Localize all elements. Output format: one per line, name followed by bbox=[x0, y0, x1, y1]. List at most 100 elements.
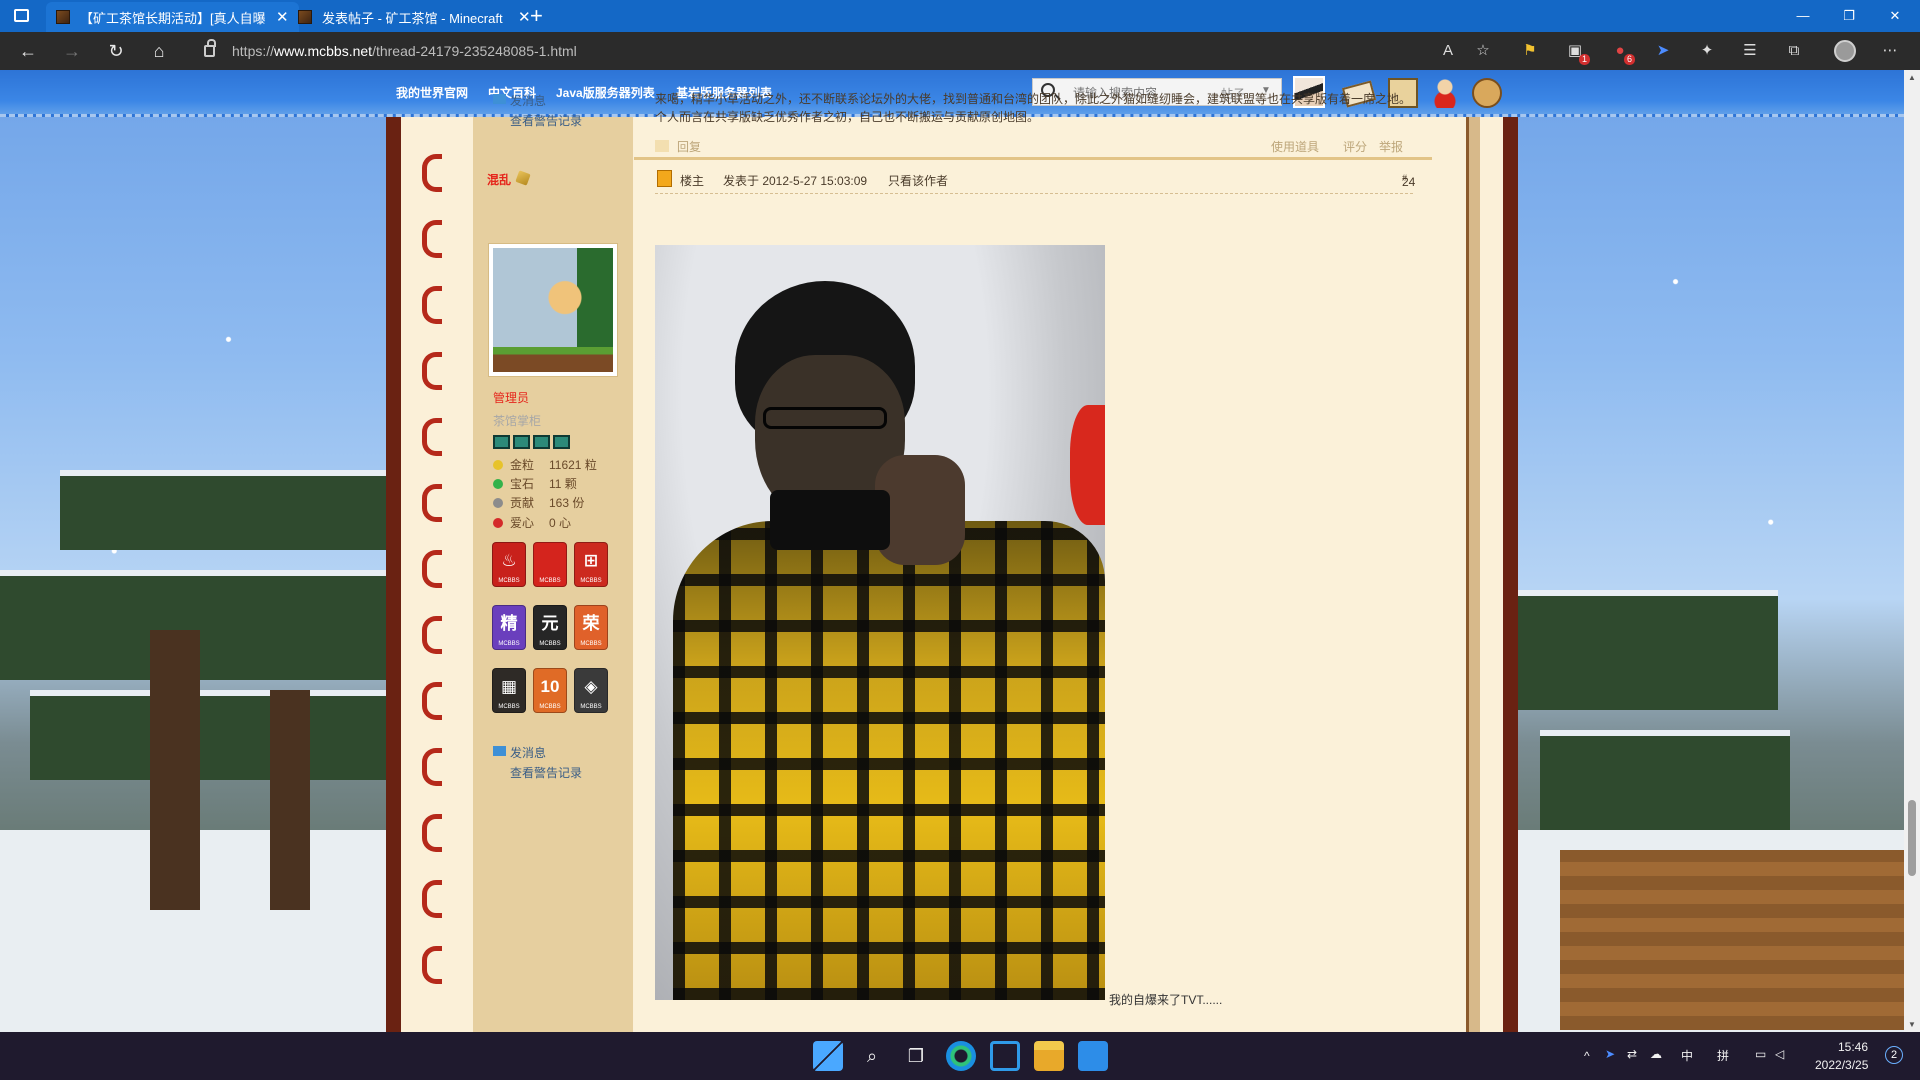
author-avatar[interactable] bbox=[489, 244, 617, 376]
tray-app-icon[interactable]: ➤ bbox=[1605, 1047, 1615, 1061]
tab-inactive[interactable]: 发表帖子 - 矿工茶馆 - Minecraft ✕ bbox=[288, 2, 541, 32]
close-tab-icon[interactable]: ✕ bbox=[518, 8, 531, 26]
nav-link-official[interactable]: 我的世界官网 bbox=[396, 84, 468, 101]
extension-counter-icon[interactable]: ▣ 1 bbox=[1565, 41, 1590, 65]
apple-heart-icon bbox=[493, 518, 503, 528]
page-scrollbar[interactable]: ▲ ▼ bbox=[1904, 70, 1920, 1032]
lock-icon[interactable] bbox=[204, 39, 216, 57]
url-host: www.mcbbs.net bbox=[274, 43, 373, 59]
tree-trunk bbox=[150, 630, 200, 910]
extension-arrow-icon[interactable]: ➤ bbox=[1653, 41, 1673, 61]
chain-link bbox=[422, 286, 442, 324]
forward-button[interactable]: → bbox=[58, 38, 86, 64]
profile-avatar-icon[interactable] bbox=[1834, 40, 1856, 62]
home-button[interactable]: ⌂ bbox=[145, 38, 173, 64]
stat-contribution: 贡献 163 份 bbox=[493, 494, 584, 511]
stat-key: 爱心 bbox=[510, 516, 535, 530]
chain-link bbox=[422, 484, 442, 522]
medal-badge-icon[interactable]: 荣 MCBBS bbox=[574, 605, 608, 650]
refresh-button[interactable]: ↻ bbox=[102, 38, 130, 64]
file-explorer-icon[interactable] bbox=[1034, 1041, 1064, 1071]
medal-badge-icon[interactable]: ◈ MCBBS bbox=[574, 668, 608, 713]
medal-label: MCBBS bbox=[580, 578, 602, 584]
report-link[interactable]: 举报 bbox=[1379, 138, 1403, 155]
favorites-icon[interactable]: ☰ bbox=[1740, 41, 1760, 61]
contribution-icon bbox=[493, 498, 503, 508]
author-username[interactable]: 混乱 bbox=[487, 171, 511, 188]
ime-pinyin-indicator[interactable]: 拼 bbox=[1717, 1047, 1729, 1064]
tab-actions-icon[interactable] bbox=[14, 9, 29, 22]
settings-more-icon[interactable]: ⋯ bbox=[1880, 41, 1900, 61]
view-warnings-link[interactable]: 查看警告记录 bbox=[510, 112, 582, 129]
chain-link bbox=[422, 154, 442, 192]
app-window-icon[interactable] bbox=[990, 1041, 1020, 1071]
medal-badge-icon[interactable]: ♨ MCBBS bbox=[492, 542, 526, 587]
onedrive-cloud-icon[interactable]: ☁ bbox=[1650, 1047, 1662, 1061]
view-warnings-link[interactable]: 查看警告记录 bbox=[510, 764, 582, 781]
close-tab-icon[interactable]: ✕ bbox=[276, 8, 289, 26]
search-icon[interactable]: ⌕ bbox=[860, 1044, 884, 1068]
send-message-link[interactable]: 发消息 bbox=[510, 92, 546, 109]
post-header: 楼主 发表于 2012-5-27 15:03:09 只看该作者 24 # bbox=[655, 170, 1415, 194]
cookie-icon[interactable] bbox=[1472, 78, 1502, 108]
photo-red-object bbox=[1070, 405, 1105, 525]
tab-active[interactable]: 【矿工茶馆长期活动】[真人自曝 ✕ bbox=[46, 2, 299, 32]
rank-star-icon bbox=[533, 435, 550, 449]
photo-plaid-shirt bbox=[673, 521, 1105, 1000]
ime-mode-indicator[interactable]: 中 bbox=[1681, 1047, 1693, 1064]
add-favorite-icon[interactable]: ☆ bbox=[1473, 41, 1493, 61]
minimize-button[interactable]: — bbox=[1780, 0, 1826, 32]
post-photo[interactable] bbox=[655, 245, 1105, 1000]
send-message-link[interactable]: 发消息 bbox=[510, 744, 546, 761]
volume-icon[interactable]: ◁ bbox=[1775, 1047, 1784, 1061]
tray-chevron-icon[interactable]: ^ bbox=[1584, 1049, 1590, 1063]
medal-glyph: 10 bbox=[540, 677, 560, 696]
restore-button[interactable]: ❐ bbox=[1826, 0, 1872, 32]
reply-link[interactable]: 回复 bbox=[677, 138, 701, 155]
author-role[interactable]: 管理员 bbox=[493, 389, 529, 406]
notification-count[interactable]: 2 bbox=[1885, 1046, 1903, 1064]
pine-tree-layer bbox=[60, 470, 390, 550]
tab-title: 发表帖子 - 矿工茶馆 - Minecraft bbox=[322, 10, 503, 26]
medal-glyph: ▦ bbox=[500, 677, 518, 696]
medal-badge-icon[interactable]: ▦ MCBBS bbox=[492, 668, 526, 713]
clock-date[interactable]: 2022/3/25 bbox=[1815, 1058, 1868, 1072]
medal-badge-icon[interactable]: 元 MCBBS bbox=[533, 605, 567, 650]
address-input[interactable]: https://www.mcbbs.net/thread-24179-23524… bbox=[188, 36, 1478, 66]
back-button[interactable]: ← bbox=[14, 38, 42, 64]
edge-browser-icon[interactable] bbox=[946, 1041, 976, 1071]
scrollbar-thumb[interactable] bbox=[1908, 800, 1916, 876]
new-tab-button[interactable]: + bbox=[530, 4, 543, 28]
rate-link[interactable]: 评分 bbox=[1343, 138, 1367, 155]
floor-number[interactable]: 24 # bbox=[1402, 173, 1415, 189]
nav-link-java-servers[interactable]: Java版服务器列表 bbox=[556, 84, 655, 101]
chain-link bbox=[422, 352, 442, 390]
scroll-down-icon[interactable]: ▼ bbox=[1908, 1020, 1916, 1029]
medal-badge-icon[interactable]: 10 MCBBS bbox=[533, 668, 567, 713]
stat-gem: 宝石 11 颗 bbox=[493, 475, 577, 492]
rank-stars bbox=[493, 435, 583, 449]
chain-link bbox=[422, 616, 442, 654]
medal-label: MCBBS bbox=[539, 578, 561, 584]
medal-label: MCBBS bbox=[539, 704, 561, 710]
medal-badge-icon[interactable]: 精 MCBBS bbox=[492, 605, 526, 650]
extension-icon[interactable]: ⚑ bbox=[1520, 41, 1540, 61]
clock-time[interactable]: 15:46 bbox=[1838, 1040, 1868, 1054]
tray-usb-icon[interactable]: ⇄ bbox=[1627, 1047, 1637, 1061]
read-aloud-icon[interactable]: A bbox=[1438, 41, 1458, 61]
start-windows-icon[interactable] bbox=[813, 1041, 843, 1071]
medal-badge-icon[interactable]: MCBBS bbox=[533, 542, 567, 587]
rank-star-icon bbox=[493, 435, 510, 449]
use-tool-link[interactable]: 使用道具 bbox=[1271, 138, 1319, 155]
close-window-button[interactable]: ✕ bbox=[1872, 0, 1918, 32]
scroll-up-icon[interactable]: ▲ bbox=[1908, 73, 1916, 82]
medal-badge-icon[interactable]: ⊞ MCBBS bbox=[574, 542, 608, 587]
extension-badge: 1 bbox=[1578, 54, 1590, 65]
task-view-icon[interactable]: ❐ bbox=[904, 1044, 928, 1068]
pinned-app-icon[interactable] bbox=[1078, 1041, 1108, 1071]
collections-icon[interactable]: ⧉ bbox=[1784, 41, 1804, 61]
extensions-puzzle-icon[interactable]: ✦ bbox=[1697, 41, 1717, 61]
adblock-icon[interactable]: ● 6 bbox=[1610, 41, 1635, 65]
only-author-link[interactable]: 只看该作者 bbox=[888, 172, 948, 189]
network-icon[interactable]: ▭ bbox=[1755, 1047, 1766, 1061]
